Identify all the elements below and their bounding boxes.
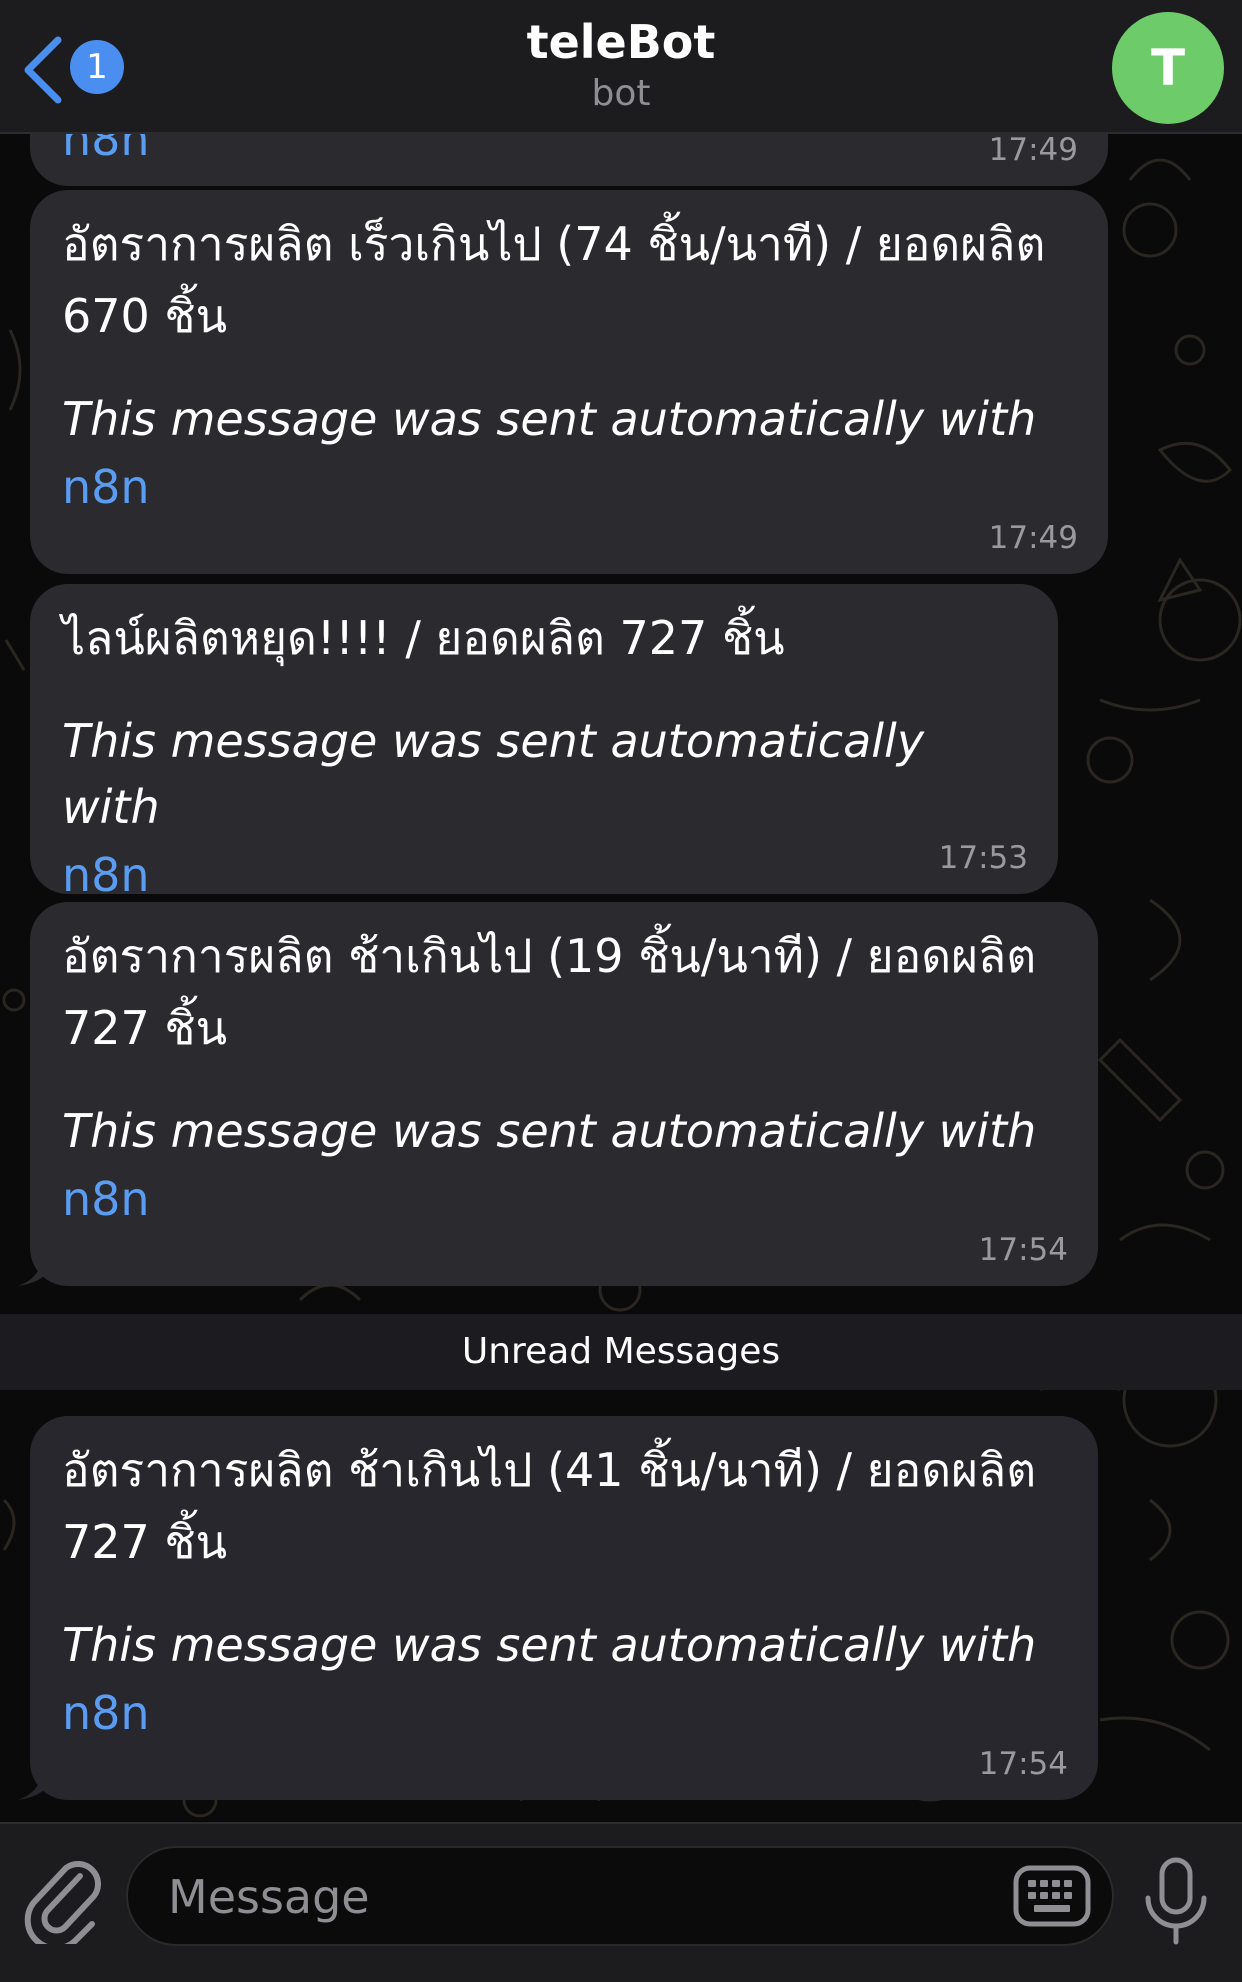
- message-time: 17:49: [988, 520, 1078, 556]
- auto-sent-note: This message was sent automatically with: [62, 714, 925, 834]
- chat-header: 1 teleBot bot T: [0, 0, 1242, 134]
- message-time: 17:49: [988, 132, 1078, 168]
- keyboard-button[interactable]: [1012, 1862, 1092, 1930]
- auto-sent-note: This message was sent automatically with: [62, 1618, 1037, 1672]
- n8n-link[interactable]: n8n: [62, 1164, 1066, 1234]
- message-bubble: อัตราการผลิต เร็วเกินไป (74 ชิ้น/นาที) /…: [30, 190, 1108, 574]
- n8n-link[interactable]: n8n: [62, 452, 1076, 522]
- message-text: อัตราการผลิต ช้าเกินไป (41 ชิ้น/นาที) / …: [62, 1443, 1037, 1569]
- n8n-link[interactable]: n8n: [62, 840, 1026, 910]
- chat-subtitle: bot: [591, 73, 651, 114]
- message-bubble: อัตราการผลิต ช้าเกินไป (19 ชิ้น/นาที) / …: [30, 902, 1098, 1286]
- n8n-link[interactable]: n8n: [62, 1678, 1066, 1748]
- chat-title[interactable]: teleBot: [0, 14, 1242, 70]
- auto-sent-note: This message was sent automatically with: [62, 392, 1037, 446]
- microphone-button[interactable]: [1140, 1854, 1212, 1950]
- message-field[interactable]: [126, 1846, 1114, 1946]
- keyboard-icon: [1013, 1865, 1091, 1927]
- auto-sent-note: This message was sent automatically with: [62, 1104, 1037, 1158]
- message-text: อัตราการผลิต ช้าเกินไป (19 ชิ้น/นาที) / …: [62, 929, 1037, 1055]
- message-text: อัตราการผลิต เร็วเกินไป (74 ชิ้น/นาที) /…: [62, 217, 1046, 343]
- message-time: 17:54: [978, 1746, 1068, 1782]
- message-input-bar: [0, 1822, 1242, 1982]
- chat-screen: 1 teleBot bot T n8n 17:49 อัตราการผลิต เ…: [0, 0, 1242, 1982]
- attach-button[interactable]: [22, 1854, 106, 1952]
- unread-messages-divider: Unread Messages: [0, 1314, 1242, 1390]
- message-bubble: อัตราการผลิต ช้าเกินไป (41 ชิ้น/นาที) / …: [30, 1416, 1098, 1800]
- avatar[interactable]: T: [1112, 12, 1224, 124]
- message-time: 17:53: [938, 840, 1028, 876]
- bubble-tail: [18, 1258, 58, 1286]
- paperclip-icon: [24, 1861, 101, 1952]
- microphone-icon: [1145, 1857, 1207, 1945]
- message-bubble: ไลน์ผลิตหยุด!!!! / ยอดผลิต 727 ชิ้น This…: [30, 584, 1058, 902]
- message-text: ไลน์ผลิตหยุด!!!! / ยอดผลิต 727 ชิ้น: [62, 611, 785, 665]
- message-time: 17:54: [978, 1232, 1068, 1268]
- bubble-tail: [18, 1772, 58, 1800]
- message-input[interactable]: [166, 1848, 990, 1946]
